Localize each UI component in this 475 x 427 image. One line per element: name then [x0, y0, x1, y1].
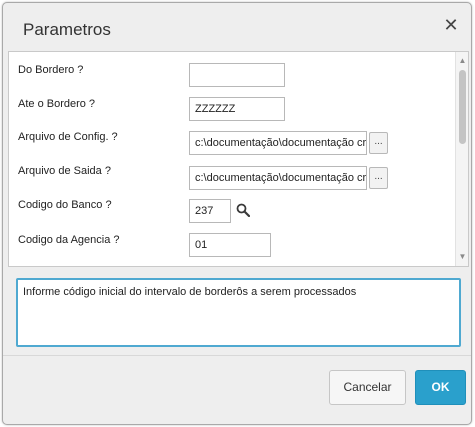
- scroll-down-arrow-icon[interactable]: ▼: [458, 252, 467, 261]
- ate-o-bordero-input[interactable]: ZZZZZZ: [189, 97, 285, 121]
- magnifier-icon[interactable]: [236, 203, 250, 217]
- scroll-up-arrow-icon[interactable]: ▲: [458, 56, 467, 65]
- arquivo-config-input[interactable]: c:\documentação\documentação cr: [189, 131, 367, 155]
- close-button[interactable]: ✕: [443, 16, 459, 34]
- parametros-dialog: Parametros ✕ Do Bordero ? Ate o Bordero …: [2, 2, 472, 425]
- arquivo-saida-browse-button[interactable]: ...: [369, 167, 388, 189]
- vertical-scrollbar[interactable]: ▲ ▼: [455, 52, 468, 266]
- help-text-box: Informe código inicial do intervalo de b…: [16, 278, 461, 347]
- codigo-banco-input[interactable]: 237: [189, 199, 231, 223]
- codigo-banco-label: Codigo do Banco ?: [18, 199, 112, 211]
- arquivo-saida-label: Arquivo de Saida ?: [18, 165, 111, 177]
- arquivo-saida-input[interactable]: c:\documentação\documentação cr: [189, 166, 367, 190]
- footer-divider: [3, 355, 471, 356]
- scroll-thumb[interactable]: [459, 70, 466, 144]
- codigo-agencia-input[interactable]: 01: [189, 233, 271, 257]
- parameters-panel: Do Bordero ? Ate o Bordero ? ZZZZZZ Arqu…: [8, 51, 469, 267]
- arquivo-config-browse-button[interactable]: ...: [369, 132, 388, 154]
- do-bordero-label: Do Bordero ?: [18, 64, 84, 76]
- do-bordero-input[interactable]: [189, 63, 285, 87]
- codigo-agencia-label: Codigo da Agencia ?: [18, 234, 120, 246]
- ok-button[interactable]: OK: [415, 370, 466, 405]
- arquivo-config-label: Arquivo de Config. ?: [18, 131, 118, 143]
- dialog-title: Parametros: [23, 20, 111, 39]
- cancel-button[interactable]: Cancelar: [329, 370, 406, 405]
- ate-o-bordero-label: Ate o Bordero ?: [18, 98, 96, 110]
